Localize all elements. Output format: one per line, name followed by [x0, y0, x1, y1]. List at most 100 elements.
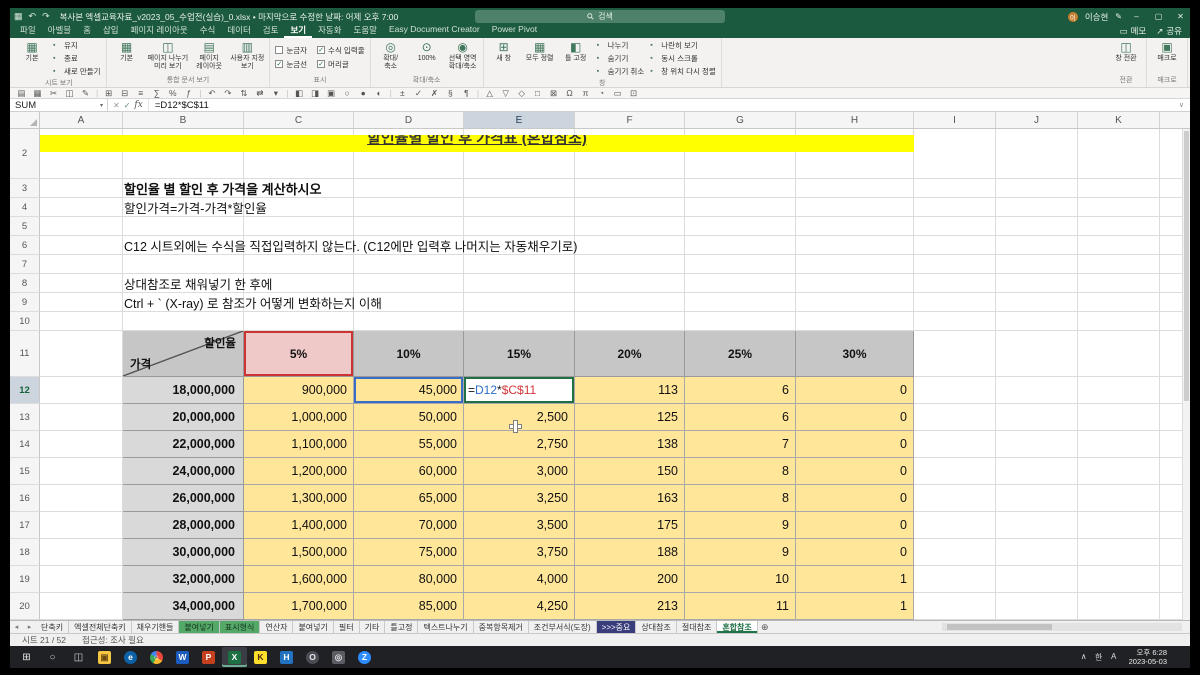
data-cell-H15[interactable]: 0 — [796, 458, 914, 485]
taskbar-powerpoint-icon[interactable]: P — [196, 647, 221, 667]
data-cell-E15[interactable]: 3,000 — [464, 458, 575, 485]
cell-I15[interactable] — [914, 458, 996, 485]
cell-A17[interactable] — [40, 512, 123, 539]
ribbon-small-button[interactable]: ▪나누기 — [597, 40, 645, 51]
ribbon-small-button[interactable]: ▪나란히 보기 — [650, 40, 716, 51]
ribbon-tab-1[interactable]: 아벨블 — [42, 23, 77, 38]
avatar[interactable]: 이 — [1068, 12, 1078, 22]
insert-function-icon[interactable]: fx — [134, 100, 142, 110]
cell-A14[interactable] — [40, 431, 123, 458]
column-header-H[interactable]: H — [796, 112, 914, 128]
row-header-8[interactable]: 8 — [10, 274, 40, 293]
cell-H8[interactable] — [796, 274, 914, 293]
data-cell-D14[interactable]: 55,000 — [354, 431, 464, 458]
cell-A16[interactable] — [40, 485, 123, 512]
sheet-tab-6[interactable]: 붙여넣기 — [293, 621, 333, 633]
taskbar-start-icon[interactable]: ⊞ — [14, 647, 39, 667]
ribbon-button[interactable]: ▦기본 — [112, 40, 142, 74]
toolbar-icon-11[interactable]: ƒ — [183, 88, 194, 99]
cell-J8[interactable] — [996, 274, 1078, 293]
cell-G3[interactable] — [685, 179, 796, 198]
cell-J19[interactable] — [996, 566, 1078, 593]
cell-K19[interactable] — [1078, 566, 1160, 593]
data-cell-F14[interactable]: 138 — [575, 431, 685, 458]
toolbar-icon-30[interactable]: ¶ — [461, 88, 472, 99]
toolbar-icon-3[interactable]: ◫ — [64, 88, 75, 99]
ribbon-checkbox[interactable]: 눈금자 — [275, 45, 307, 56]
comments-button[interactable]: ▭메모 — [1120, 25, 1147, 37]
data-cell-F12[interactable]: 113 — [575, 377, 685, 404]
cell-J13[interactable] — [996, 404, 1078, 431]
cell-F7[interactable] — [575, 255, 685, 274]
rate-header-10%[interactable]: 10% — [354, 331, 464, 377]
cell-J14[interactable] — [996, 431, 1078, 458]
vertical-scrollbar[interactable] — [1182, 129, 1190, 620]
cell-A18[interactable] — [40, 539, 123, 566]
cell-J17[interactable] — [996, 512, 1078, 539]
toolbar-icon-2[interactable]: ✂ — [48, 88, 59, 99]
toolbar-icon-0[interactable]: ▤ — [16, 88, 27, 99]
cell-A13[interactable] — [40, 404, 123, 431]
cell-J7[interactable] — [996, 255, 1078, 274]
cell-F4[interactable] — [575, 198, 685, 217]
search-box[interactable]: 검색 — [475, 10, 725, 23]
row-header-3[interactable]: 3 — [10, 179, 40, 198]
cell-J3[interactable] — [996, 179, 1078, 198]
data-cell-C18[interactable]: 1,500,000 — [244, 539, 354, 566]
cell-E10[interactable] — [464, 312, 575, 331]
cell-K8[interactable] — [1078, 274, 1160, 293]
taskbar-edge-icon[interactable]: e — [118, 647, 143, 667]
toolbar-icon-39[interactable]: ◔ — [596, 88, 607, 99]
cell-A10[interactable] — [40, 312, 123, 331]
sheet-tab-0[interactable]: 단축키 — [36, 621, 69, 633]
row-header-17[interactable]: 17 — [10, 512, 40, 539]
data-cell-D20[interactable]: 85,000 — [354, 593, 464, 620]
cell-J9[interactable] — [996, 293, 1078, 312]
toolbar-icon-23[interactable]: ● — [358, 88, 369, 99]
taskbar-obs-icon[interactable]: O — [300, 647, 325, 667]
ribbon-tab-5[interactable]: 수식 — [194, 23, 222, 38]
column-header-D[interactable]: D — [354, 112, 464, 128]
sheet-tab-15[interactable]: 절대참조 — [677, 621, 717, 633]
cell-I12[interactable] — [914, 377, 996, 404]
share-button[interactable]: ↗공유 — [1156, 25, 1182, 37]
cell-G8[interactable] — [685, 274, 796, 293]
ribbon-tab-4[interactable]: 페이지 레이아웃 — [125, 23, 194, 38]
cell-A19[interactable] — [40, 566, 123, 593]
cell-E3[interactable] — [464, 179, 575, 198]
ribbon-button[interactable]: ▥사용자 지정 보기 — [230, 40, 264, 74]
ribbon-tab-9[interactable]: 자동화 — [312, 23, 347, 38]
formula-input[interactable]: =D12*$C$11 — [149, 99, 1173, 111]
cell-A8[interactable] — [40, 274, 123, 293]
data-cell-E16[interactable]: 3,250 — [464, 485, 575, 512]
table-corner-cell-B11[interactable]: 할인율가격 — [123, 331, 244, 377]
ribbon-tab-3[interactable]: 삽입 — [97, 23, 125, 38]
cell-D7[interactable] — [354, 255, 464, 274]
ribbon-button[interactable]: ▣매크로 — [1152, 40, 1182, 74]
cell-H6[interactable] — [796, 236, 914, 255]
ribbon-tab-7[interactable]: 검토 — [257, 23, 285, 38]
ribbon-button[interactable]: ⊙100% — [412, 40, 442, 74]
cell-B7[interactable] — [123, 255, 244, 274]
enter-icon[interactable]: ✓ — [124, 101, 131, 110]
sheet-tab-11[interactable]: 중복항목제거 — [474, 621, 529, 633]
cell-K17[interactable] — [1078, 512, 1160, 539]
data-cell-H18[interactable]: 0 — [796, 539, 914, 566]
cell-K5[interactable] — [1078, 217, 1160, 236]
taskbar-settings-icon[interactable]: ◎ — [326, 647, 351, 667]
ribbon-checkbox[interactable]: ✓수식 입력줄 — [317, 45, 365, 56]
cell-C5[interactable] — [244, 217, 354, 236]
cell-I20[interactable] — [914, 593, 996, 620]
name-box-dropdown-icon[interactable]: ▾ — [96, 99, 108, 111]
cell-D10[interactable] — [354, 312, 464, 331]
maximize-button[interactable]: ▢ — [1151, 12, 1166, 21]
sheet-tab-16[interactable]: 혼합참조 — [717, 621, 757, 633]
column-header-F[interactable]: F — [575, 112, 685, 128]
toolbar-icon-6[interactable]: ⊞ — [103, 88, 114, 99]
cell-F10[interactable] — [575, 312, 685, 331]
ribbon-small-button[interactable]: ▪숨기기 — [597, 53, 645, 64]
column-header-B[interactable]: B — [123, 112, 244, 128]
sheet-tab-9[interactable]: 틀고정 — [385, 621, 418, 633]
column-header-J[interactable]: J — [996, 112, 1078, 128]
ribbon-button[interactable]: ◫창 전환 — [1111, 40, 1141, 74]
